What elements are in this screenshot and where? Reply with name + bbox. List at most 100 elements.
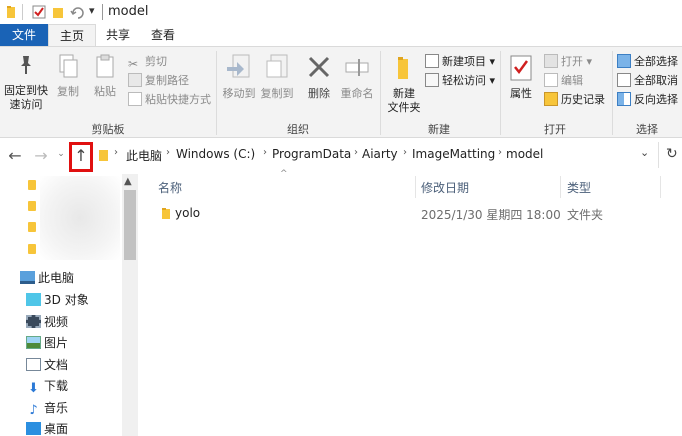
- column-header-name[interactable]: 名称: [158, 179, 182, 196]
- crumb-separator[interactable]: ›: [166, 147, 170, 158]
- nav-item-label: 图片: [44, 336, 69, 350]
- crumb-aiarty[interactable]: Aiarty: [362, 147, 398, 161]
- refresh-icon[interactable]: ↻: [666, 146, 678, 162]
- new-folder-icon: [398, 57, 408, 79]
- open-label: 打开: [561, 55, 583, 68]
- scroll-up-arrow-icon[interactable]: ▲: [124, 176, 132, 187]
- crumb-windows-c[interactable]: Windows (C:): [176, 147, 255, 161]
- nav-item-desktop[interactable]: 桌面: [26, 419, 68, 436]
- title-separator: [102, 4, 103, 20]
- select-all-button[interactable]: 全部选择: [617, 53, 678, 71]
- nav-item-3d-objects[interactable]: 3D 对象: [26, 290, 89, 310]
- group-clipboard-label: 剪贴板: [91, 123, 125, 136]
- column-divider[interactable]: [660, 176, 661, 198]
- forward-arrow-icon[interactable]: →: [32, 146, 50, 165]
- copy-path-button[interactable]: 复制路径: [128, 72, 189, 90]
- pin-label-line2: 速访问: [9, 98, 43, 111]
- title-divider: [22, 4, 23, 20]
- nav-item-pictures[interactable]: 图片: [26, 333, 68, 353]
- window-title: model: [108, 4, 149, 19]
- new-item-icon: [425, 54, 439, 68]
- tab-file[interactable]: 文件: [0, 24, 48, 46]
- history-button[interactable]: 历史记录: [544, 91, 605, 109]
- invert-selection-button[interactable]: 反向选择: [617, 91, 678, 109]
- nav-item-this-pc[interactable]: 此电脑: [20, 268, 74, 288]
- nav-item-documents[interactable]: 文档: [26, 355, 68, 375]
- column-header-modified[interactable]: 修改日期: [421, 179, 469, 196]
- undo-icon[interactable]: [70, 5, 84, 19]
- invert-selection-label: 反向选择: [634, 93, 678, 106]
- easy-access-button[interactable]: 轻松访问 ▾: [425, 72, 495, 90]
- crumb-this-pc[interactable]: 此电脑: [126, 147, 162, 164]
- group-organize-label: 组织: [287, 123, 309, 136]
- delete-x-icon: [308, 56, 330, 78]
- copy-path-label: 复制路径: [145, 74, 189, 87]
- address-history-dropdown-icon[interactable]: ⌄: [640, 146, 649, 159]
- up-button-highlight: [69, 142, 93, 172]
- invert-selection-icon: [617, 92, 631, 106]
- folder-icon: [7, 6, 15, 18]
- cut-button[interactable]: ✂ 剪切: [128, 53, 167, 71]
- tab-home[interactable]: 主页: [48, 24, 96, 47]
- back-arrow-icon[interactable]: ←: [6, 146, 24, 165]
- scissors-icon: ✂: [128, 57, 139, 71]
- crumb-imagematting[interactable]: ImageMatting: [412, 147, 495, 161]
- pin-quick-access-button[interactable]: 固定到快 速访问: [2, 53, 50, 112]
- edit-button[interactable]: 编辑: [544, 72, 583, 90]
- nav-item-music[interactable]: ♪ 音乐: [26, 398, 68, 418]
- column-divider[interactable]: [560, 176, 561, 198]
- crumb-separator[interactable]: ›: [498, 147, 502, 158]
- properties-button[interactable]: 属性: [504, 53, 538, 101]
- copy-to-icon: [266, 54, 288, 78]
- group-new-label: 新建: [428, 123, 450, 136]
- column-divider[interactable]: [415, 176, 416, 198]
- quick-access-folder-icon[interactable]: [28, 180, 36, 190]
- select-none-label: 全部取消: [634, 74, 678, 87]
- column-header-type[interactable]: 类型: [567, 179, 591, 196]
- select-none-button[interactable]: 全部取消: [617, 72, 678, 90]
- table-row[interactable]: yolo 2025/1/30 星期四 18:00 文件夹: [152, 202, 682, 224]
- quick-access-folder-icon[interactable]: [28, 244, 36, 254]
- video-icon: [26, 315, 41, 328]
- quick-access-folder-icon[interactable]: [28, 201, 36, 211]
- move-to-button[interactable]: 移动到: [220, 53, 258, 101]
- paste-shortcut-icon: [128, 92, 142, 106]
- cube-3d-icon: [26, 293, 41, 306]
- copy-to-label: 复制到: [260, 87, 294, 100]
- crumb-programdata[interactable]: ProgramData: [272, 147, 351, 161]
- ribbon-tabs: 文件 主页 共享 查看: [0, 24, 682, 47]
- nav-pane-scrollbar-thumb[interactable]: [124, 190, 136, 260]
- quick-access-dropdown[interactable]: ▾: [89, 4, 95, 17]
- easy-access-icon: [425, 73, 439, 87]
- new-folder-label-line2: 文件夹: [387, 101, 421, 114]
- quick-access-folder-icon[interactable]: [28, 222, 36, 232]
- new-folder-button[interactable]: 新建 文件夹: [384, 53, 424, 115]
- address-box[interactable]: › 此电脑 › Windows (C:) › ProgramData › Aia…: [96, 142, 660, 168]
- crumb-separator[interactable]: ›: [403, 147, 407, 158]
- document-icon: [26, 358, 41, 371]
- open-button[interactable]: 打开 ▾: [544, 53, 592, 71]
- tab-share[interactable]: 共享: [96, 24, 140, 46]
- nav-item-downloads[interactable]: ⬇ 下载: [26, 376, 68, 396]
- nav-item-videos[interactable]: 视频: [26, 312, 68, 332]
- new-item-button[interactable]: 新建项目 ▾: [425, 53, 495, 71]
- crumb-separator[interactable]: ›: [354, 147, 358, 158]
- tab-view[interactable]: 查看: [140, 24, 186, 46]
- new-folder-qa-icon[interactable]: [52, 5, 64, 19]
- crumb-model[interactable]: model: [506, 147, 543, 161]
- crumb-separator[interactable]: ›: [263, 147, 267, 158]
- group-select-label: 选择: [636, 123, 658, 136]
- ribbon: 固定到快 速访问 复制 粘贴 ✂ 剪切 复制路径 粘贴快捷方式 剪贴板 移动到 复…: [0, 46, 682, 138]
- rename-button[interactable]: 重命名: [338, 53, 376, 101]
- paste-shortcut-button[interactable]: 粘贴快捷方式: [128, 91, 211, 109]
- crumb-separator[interactable]: ›: [114, 147, 118, 158]
- copy-to-button[interactable]: 复制到: [258, 53, 296, 101]
- new-item-label: 新建项目: [442, 55, 486, 68]
- copy-button[interactable]: 复制: [52, 53, 84, 99]
- paste-button[interactable]: 粘贴: [88, 53, 122, 99]
- delete-button[interactable]: 删除: [304, 53, 334, 101]
- recent-locations-chevron-icon[interactable]: ⌄: [52, 149, 70, 159]
- open-icon: [544, 54, 558, 68]
- properties-check-icon[interactable]: [32, 5, 46, 19]
- title-bar: ▾ model: [0, 0, 682, 24]
